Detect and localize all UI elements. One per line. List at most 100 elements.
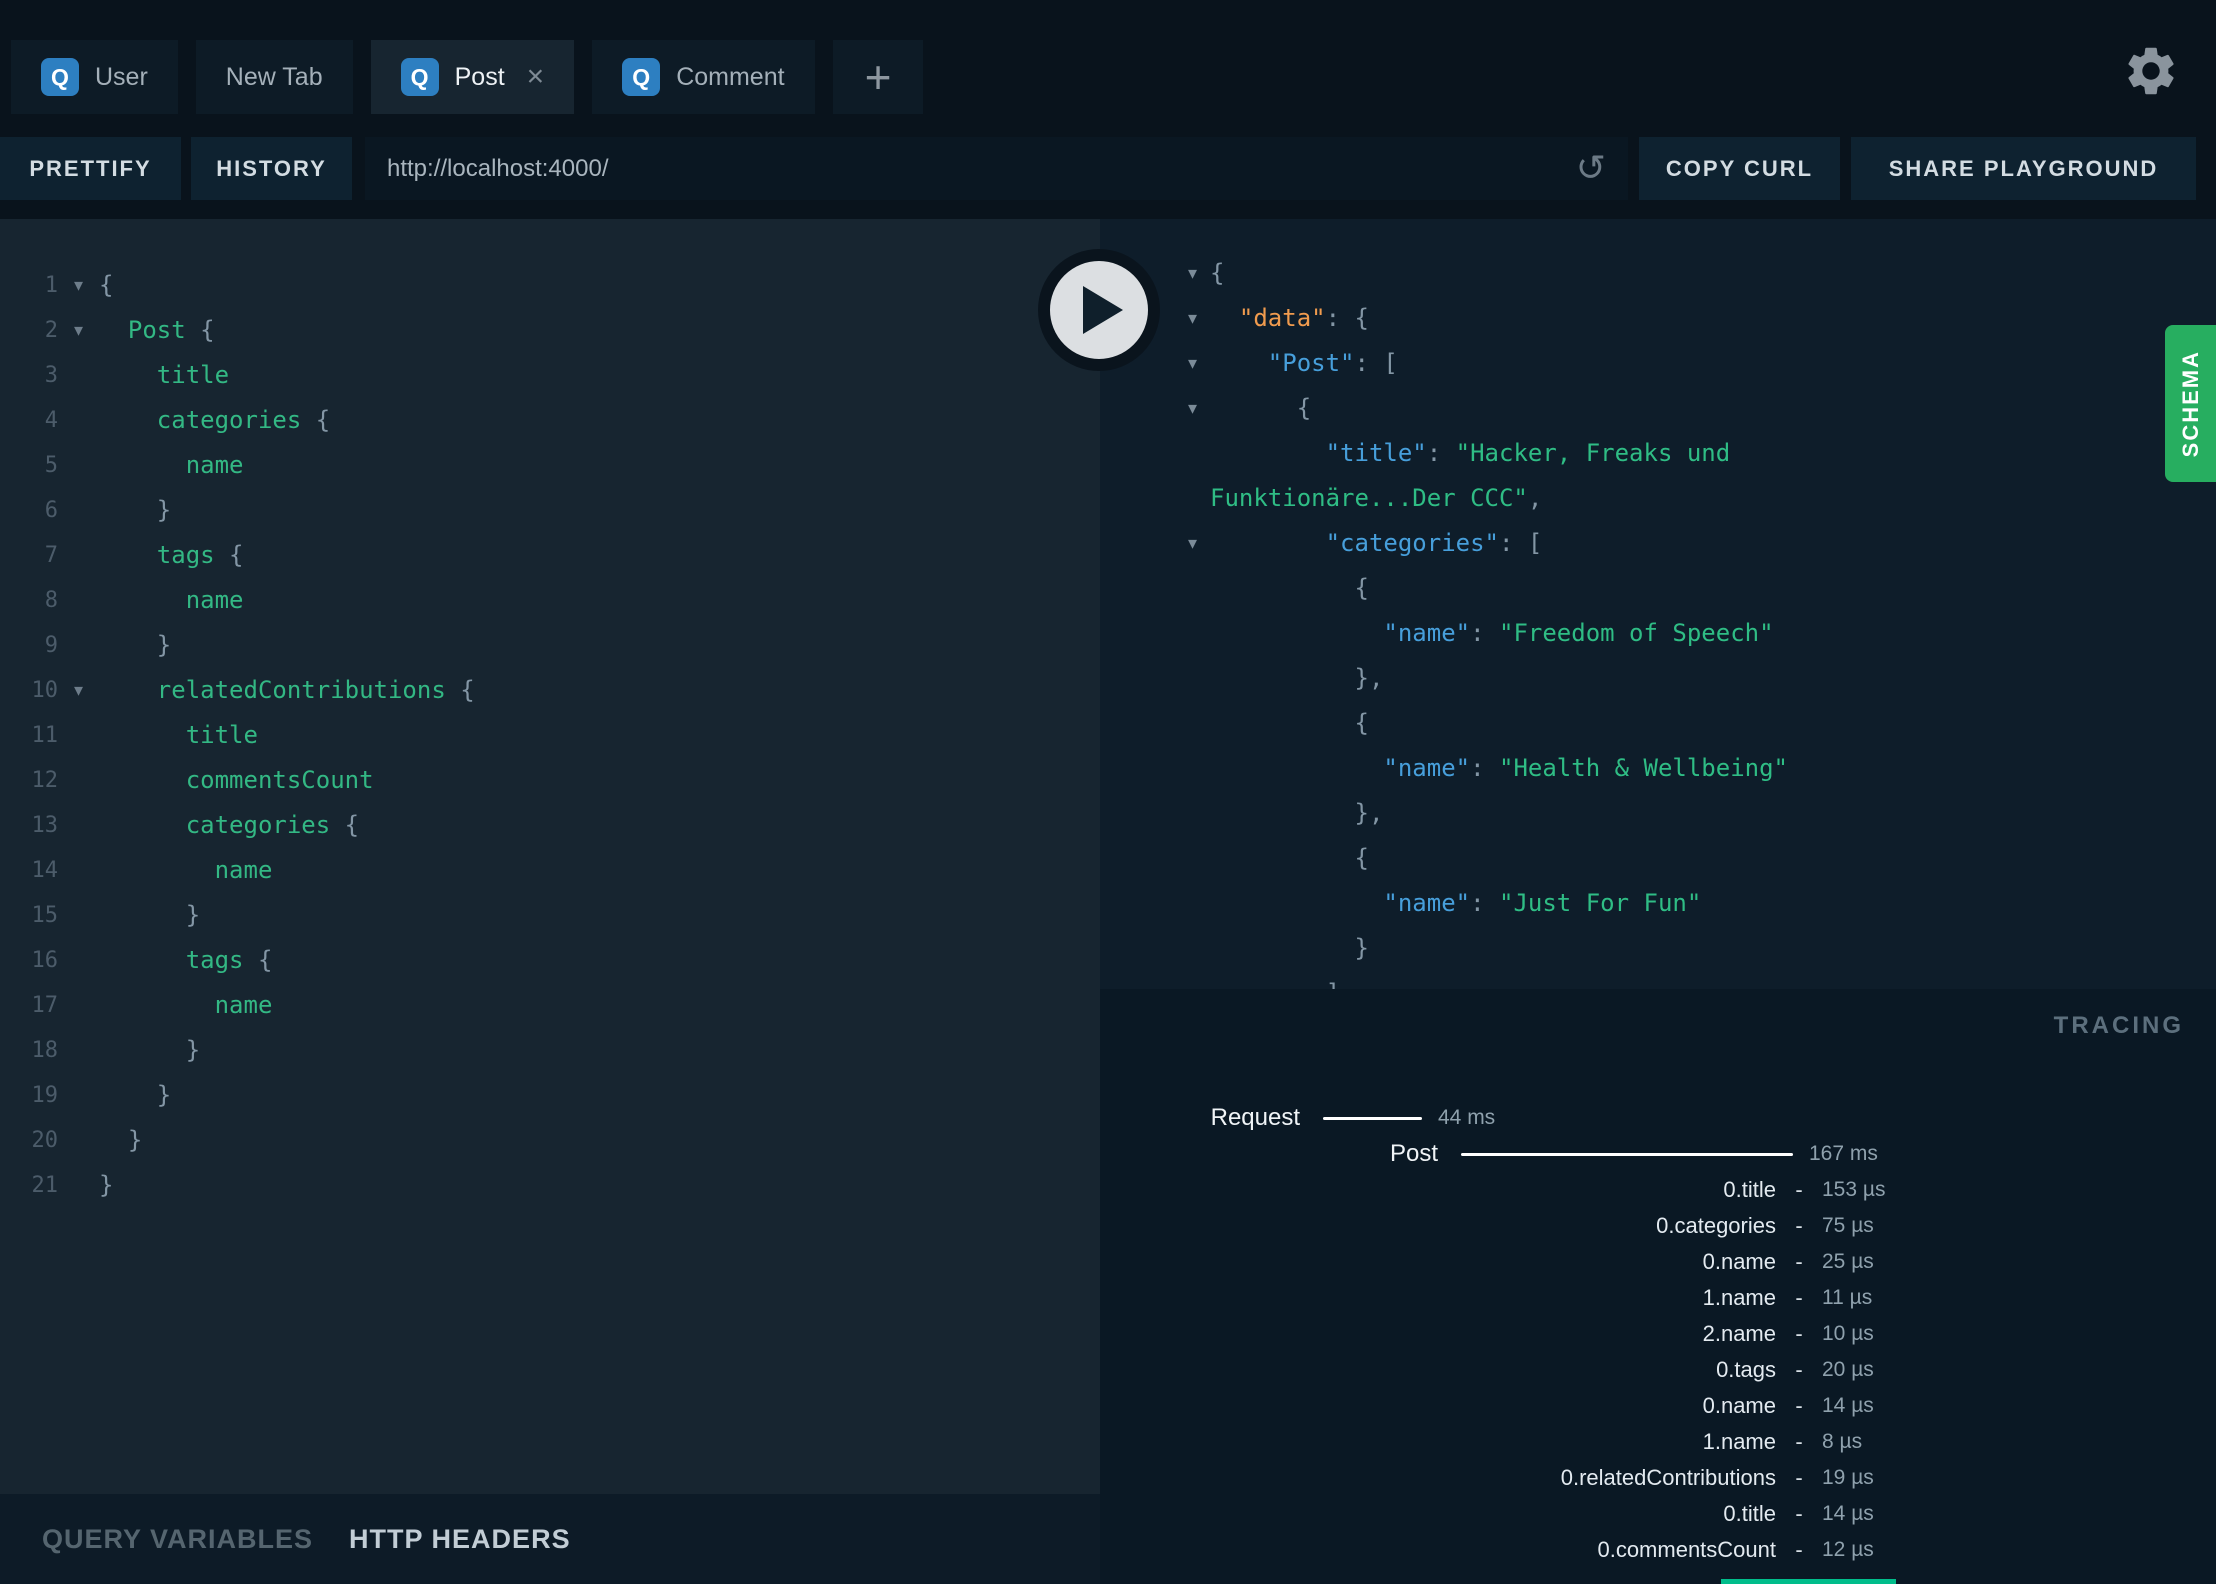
tracing-field-label: 1.name — [1702, 1429, 1776, 1454]
fold-gutter — [58, 443, 99, 488]
share-playground-button[interactable]: SHARE PLAYGROUND — [1851, 137, 2196, 200]
tracing-field-value: 10 µs — [1822, 1322, 1874, 1345]
code-line[interactable]: 10 ▾ relatedContributions { — [0, 668, 1100, 713]
tab-comment[interactable]: Q Comment — [592, 40, 815, 114]
fold-gutter — [58, 803, 99, 848]
fold-arrow-icon[interactable]: ▾ — [58, 308, 99, 353]
execute-button[interactable] — [1038, 249, 1160, 371]
tracing-field-value: 25 µs — [1822, 1250, 1874, 1273]
code-line[interactable]: 21} — [0, 1163, 1100, 1208]
result-line: }, — [1100, 656, 2216, 701]
settings-gear-icon[interactable] — [2122, 42, 2180, 100]
code-line[interactable]: 7 tags { — [0, 533, 1100, 578]
result-text: { — [1210, 709, 1369, 737]
code-line[interactable]: 5 name — [0, 443, 1100, 488]
fold-arrow-icon[interactable]: ▾ — [1100, 386, 1197, 431]
line-number: 5 — [44, 453, 58, 478]
tracing-span-bar — [1323, 1116, 1422, 1120]
fold-gutter — [1100, 926, 1197, 971]
fold-gutter — [58, 1073, 99, 1118]
endpoint-url-input[interactable] — [365, 153, 1576, 184]
code-line[interactable]: 1 ▾{ — [0, 263, 1100, 308]
code-line[interactable]: 11 title — [0, 713, 1100, 758]
prettify-button[interactable]: PRETTIFY — [0, 137, 181, 200]
code-line[interactable]: 6 } — [0, 488, 1100, 533]
fold-gutter — [1100, 791, 1197, 836]
code-line[interactable]: 20 } — [0, 1118, 1100, 1163]
query-badge-icon: Q — [400, 58, 439, 96]
code-line[interactable]: 19 } — [0, 1073, 1100, 1118]
line-number: 14 — [31, 858, 59, 883]
fold-gutter — [1100, 746, 1197, 791]
tab-post[interactable]: Q Post × — [370, 40, 575, 114]
tracing-span-label: Request — [1210, 1104, 1300, 1131]
tracing-field-row: 1.name -11 µs — [1100, 1280, 2216, 1316]
fold-gutter — [1100, 701, 1197, 746]
play-icon — [1083, 286, 1123, 334]
result-line: ▾ { — [1100, 386, 2216, 431]
code-line[interactable]: 16 tags { — [0, 938, 1100, 983]
result-text: } — [1210, 934, 1369, 962]
tracing-field-label: 0.title — [1723, 1501, 1776, 1526]
line-number: 17 — [31, 993, 59, 1018]
result-text: "title": "Hacker, Freaks und — [1325, 439, 1731, 467]
tracing-field-row: 0.name -25 µs — [1100, 1244, 2216, 1280]
result-line: ▾{ — [1100, 251, 2216, 296]
tracing-title: TRACING — [2053, 1012, 2184, 1039]
fold-arrow-icon[interactable]: ▾ — [58, 263, 99, 308]
result-line: Funktionäre...Der CCC", — [1100, 476, 2216, 521]
tracing-span-bar — [1461, 1152, 1793, 1156]
code-line[interactable]: 14 name — [0, 848, 1100, 893]
result-line: { — [1100, 836, 2216, 881]
tracing-field-label: 0.name — [1702, 1249, 1776, 1274]
code-line[interactable]: 2 ▾ Post { — [0, 308, 1100, 353]
code-text: } — [99, 1171, 114, 1199]
line-number: 6 — [44, 498, 58, 523]
code-line[interactable]: 15 } — [0, 893, 1100, 938]
code-text: Post { — [127, 316, 215, 344]
tracing-field-row: 0.tags -20 µs — [1100, 1352, 2216, 1388]
code-text: name — [185, 586, 244, 614]
code-line[interactable]: 18 } — [0, 1028, 1100, 1073]
history-button[interactable]: HISTORY — [191, 137, 352, 200]
code-text: } — [99, 496, 172, 524]
tracing-field-tick: - — [1795, 1501, 1803, 1526]
copy-curl-button[interactable]: COPY CURL — [1639, 137, 1840, 200]
tracing-field-label: 0.tags — [1716, 1357, 1776, 1382]
fold-gutter — [1100, 656, 1197, 701]
fold-arrow-icon[interactable]: ▾ — [58, 668, 99, 713]
result-text: "name": "Just For Fun" — [1383, 889, 1702, 917]
code-line[interactable]: 8 name — [0, 578, 1100, 623]
tracing-field-value: 75 µs — [1822, 1214, 1874, 1237]
reload-icon[interactable]: ↺ — [1576, 150, 1628, 187]
fold-arrow-icon[interactable]: ▾ — [1100, 521, 1197, 566]
code-line[interactable]: 17 name — [0, 983, 1100, 1028]
query-variables-toggle[interactable]: QUERY VARIABLES — [42, 1524, 313, 1555]
result-line: { — [1100, 701, 2216, 746]
code-line[interactable]: 9 } — [0, 623, 1100, 668]
query-editor-lines: 1 ▾{2 ▾ Post {3 title 4 categories {5 name 6… — [0, 219, 1100, 1208]
fold-gutter — [58, 848, 99, 893]
tracing-field-row: 1.name -8 µs — [1100, 1424, 2216, 1460]
code-line[interactable]: 12 commentsCount — [0, 758, 1100, 803]
close-tab-icon[interactable]: × — [527, 62, 545, 92]
fold-gutter — [58, 623, 99, 668]
code-line[interactable]: 3 title — [0, 353, 1100, 398]
tracing-field-row: 0.title -153 µs — [1100, 1172, 2216, 1208]
tracing-field-tick: - — [1795, 1429, 1803, 1454]
line-number: 9 — [44, 633, 58, 658]
new-tab-button[interactable]: + — [832, 40, 924, 114]
fold-gutter — [58, 353, 99, 398]
tab-user[interactable]: Q User — [11, 40, 178, 114]
code-line[interactable]: 4 categories { — [0, 398, 1100, 443]
tab-new-tab[interactable]: New Tab — [195, 40, 353, 114]
line-number: 21 — [31, 1173, 59, 1198]
code-line[interactable]: 13 categories { — [0, 803, 1100, 848]
schema-tab[interactable]: SCHEMA — [2165, 325, 2216, 482]
tracing-field-value: 12 µs — [1822, 1538, 1874, 1561]
query-editor-pane[interactable]: 1 ▾{2 ▾ Post {3 title 4 categories {5 name 6… — [0, 219, 1100, 1494]
http-headers-toggle[interactable]: HTTP HEADERS — [349, 1524, 571, 1555]
tracing-field-tick: - — [1795, 1393, 1803, 1418]
result-line: ▾ "Post": [ — [1100, 341, 2216, 386]
tracing-field-tick: - — [1795, 1465, 1803, 1490]
